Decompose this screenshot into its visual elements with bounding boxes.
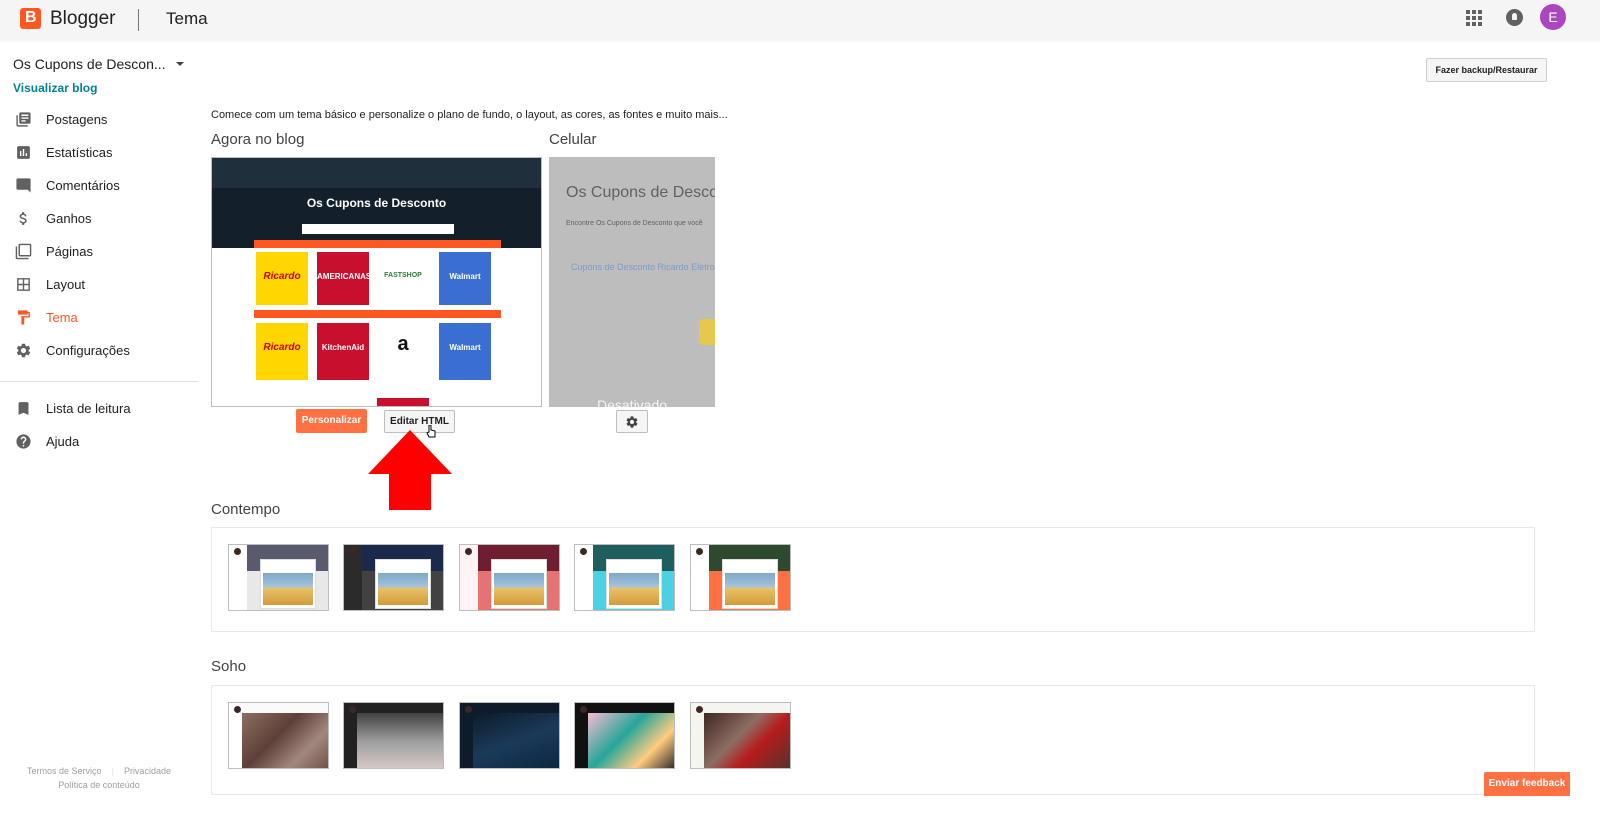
current-theme-preview: Os Cupons de Desconto Ricardo AMERICANAS… xyxy=(211,157,542,407)
blogger-logo-icon[interactable] xyxy=(20,8,41,29)
preview-tile: Walmart xyxy=(439,252,491,305)
section-title-contempo: Contempo xyxy=(211,501,281,518)
comments-icon xyxy=(16,178,31,193)
sidebar-item-pages[interactable]: Páginas xyxy=(0,236,198,269)
gear-icon xyxy=(626,416,638,428)
posts-icon xyxy=(16,112,31,127)
preview-blog-title: Os Cupons de Desconto xyxy=(306,196,447,210)
sidebar-item-label: Ganhos xyxy=(46,211,92,226)
send-feedback-button[interactable]: Enviar feedback xyxy=(1484,772,1570,796)
stats-icon xyxy=(17,146,30,159)
mobile-theme-preview: Os Cupons de Desconto Encontre Os Cupons… xyxy=(549,157,715,407)
sidebar-nav: Postagens Estatísticas Comentários Ganho… xyxy=(0,104,198,459)
sidebar-item-label: Ajuda xyxy=(46,434,80,449)
blog-selector[interactable]: Os Cupons de Descon... xyxy=(13,56,166,72)
preview-tile: Ricardo xyxy=(256,252,308,305)
theme-thumbnail[interactable] xyxy=(228,544,329,611)
soho-gallery xyxy=(211,685,1535,795)
brand-name[interactable]: Blogger xyxy=(50,8,116,30)
sidebar-footer: Termos de Serviço | Privacidade Política… xyxy=(27,766,171,790)
backup-restore-button[interactable]: Fazer backup/Restaurar xyxy=(1426,58,1547,82)
content-policy-link[interactable]: Política de conteúdo xyxy=(58,780,140,790)
preview-tile: Ricardo xyxy=(256,323,308,380)
theme-thumbnail[interactable] xyxy=(343,544,444,611)
theme-thumbnail[interactable] xyxy=(574,544,675,611)
contempo-gallery xyxy=(211,527,1535,632)
mobile-status: Desativado xyxy=(597,397,668,407)
terms-link[interactable]: Termos de Serviço xyxy=(27,766,102,776)
notifications-icon[interactable] xyxy=(1506,9,1523,26)
privacy-link[interactable]: Privacidade xyxy=(124,766,171,776)
preview-section-bar xyxy=(254,240,501,248)
dollar-icon xyxy=(19,212,27,225)
preview-tile: FASTSHOP xyxy=(377,252,429,305)
theme-thumbnail[interactable] xyxy=(459,544,560,611)
sidebar-item-label: Tema xyxy=(46,310,78,325)
sidebar-item-label: Configurações xyxy=(46,343,130,358)
sidebar-item-stats[interactable]: Estatísticas xyxy=(0,137,198,170)
apps-grid-icon[interactable] xyxy=(1466,10,1482,26)
page-title: Tema xyxy=(166,9,208,28)
gear-icon xyxy=(16,343,31,358)
view-blog-link[interactable]: Visualizar blog xyxy=(13,81,97,95)
theme-thumbnail[interactable] xyxy=(690,544,791,611)
sidebar-divider xyxy=(0,381,198,382)
mobile-preview-subtitle: Encontre Os Cupons de Desconto que você xyxy=(566,220,703,227)
preview-nav xyxy=(212,158,541,188)
sidebar-item-settings[interactable]: Configurações xyxy=(0,335,198,368)
intro-text: Comece com um tema básico e personalize … xyxy=(211,109,728,121)
layout-icon xyxy=(17,278,30,291)
bookmark-icon xyxy=(18,402,29,415)
sidebar-item-label: Postagens xyxy=(46,112,108,127)
top-bar: Blogger Tema E xyxy=(0,0,1600,42)
customize-button[interactable]: Personalizar xyxy=(296,409,367,433)
sidebar-item-reading-list[interactable]: Lista de leitura xyxy=(0,393,198,426)
theme-thumbnail[interactable] xyxy=(343,702,444,769)
sidebar-item-label: Estatísticas xyxy=(46,145,113,160)
red-arrow-annotation-icon xyxy=(368,430,452,510)
section-title-soho: Soho xyxy=(211,658,247,675)
title-divider xyxy=(138,9,139,31)
theme-thumbnail[interactable] xyxy=(574,702,675,769)
help-icon xyxy=(16,434,31,449)
preview-tile xyxy=(377,398,429,406)
sidebar-item-label: Páginas xyxy=(46,244,93,259)
mobile-preview-logo xyxy=(699,319,715,345)
preview-tile: Walmart xyxy=(439,323,491,380)
chevron-down-icon[interactable] xyxy=(176,62,184,66)
preview-tile: KitchenAid xyxy=(317,323,369,380)
theme-thumbnail[interactable] xyxy=(459,702,560,769)
preview-section-bar xyxy=(254,310,501,318)
theme-roller-icon xyxy=(17,310,30,325)
sidebar-item-label: Layout xyxy=(46,277,86,292)
sidebar-item-posts[interactable]: Postagens xyxy=(0,104,198,137)
mobile-preview-title: Os Cupons de Desconto xyxy=(566,184,715,201)
mobile-settings-button[interactable] xyxy=(616,410,648,433)
sidebar-item-label: Comentários xyxy=(46,178,120,193)
sidebar-item-earnings[interactable]: Ganhos xyxy=(0,203,198,236)
current-theme-label: Agora no blog xyxy=(211,131,305,148)
theme-thumbnail[interactable] xyxy=(228,702,329,769)
mobile-theme-label: Celular xyxy=(549,131,597,148)
sidebar-item-theme[interactable]: Tema xyxy=(0,302,198,335)
preview-tile: AMERICANAS xyxy=(317,252,371,305)
account-avatar[interactable]: E xyxy=(1540,4,1566,30)
preview-search xyxy=(302,224,454,234)
preview-tile: a xyxy=(377,323,429,380)
sidebar-item-comments[interactable]: Comentários xyxy=(0,170,198,203)
mobile-preview-link: Cupons de Desconto Ricardo Eletro xyxy=(571,262,715,272)
sidebar-item-help[interactable]: Ajuda xyxy=(0,426,198,459)
theme-thumbnail[interactable] xyxy=(690,702,791,769)
pages-icon xyxy=(15,243,32,260)
sidebar-item-layout[interactable]: Layout xyxy=(0,269,198,302)
sidebar-item-label: Lista de leitura xyxy=(46,401,131,416)
